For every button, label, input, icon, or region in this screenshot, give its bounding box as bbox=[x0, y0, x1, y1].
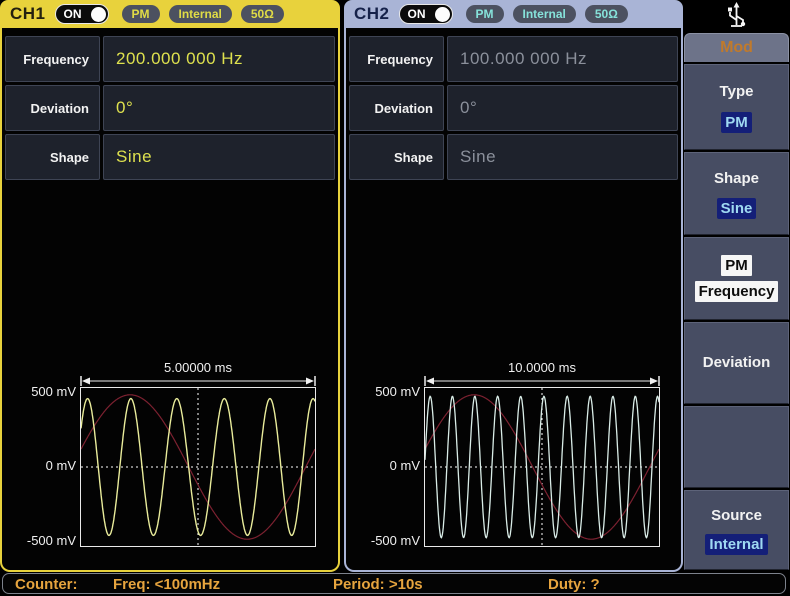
counter-freq: Freq: <100mHz bbox=[113, 576, 220, 593]
ch1-param-table: Frequency 200.000 000 Hz Deviation 0° Sh… bbox=[5, 36, 335, 183]
ch2-param-table: Frequency 100.000 000 Hz Deviation 0° Sh… bbox=[349, 36, 678, 183]
softkey-type-label: Type bbox=[716, 81, 758, 102]
table-row: Shape Sine bbox=[5, 134, 335, 180]
menu-title-mod: Mod bbox=[684, 33, 789, 62]
ch1-span-arrow bbox=[80, 376, 316, 386]
table-row: Frequency 100.000 000 Hz bbox=[349, 36, 678, 82]
ch2-tags: PM Internal 50Ω bbox=[466, 5, 628, 23]
ch1-span-label: 5.00000 ms bbox=[80, 360, 316, 375]
ch1-waveform-svg bbox=[81, 388, 315, 546]
ch2-y-top-label: 500 mV bbox=[348, 384, 420, 399]
softkey-source[interactable]: Source Internal bbox=[684, 490, 789, 570]
ch1-on-toggle[interactable]: ON bbox=[55, 4, 109, 24]
counter-status-bar: Counter: Freq: <100mHz Period: >10s Duty… bbox=[2, 573, 786, 594]
ch2-frequency-label: Frequency bbox=[349, 36, 444, 82]
ch1-body: Frequency 200.000 000 Hz Deviation 0° Sh… bbox=[0, 28, 340, 572]
ch1-panel: CH1 ON PM Internal 50Ω Frequency 200.000… bbox=[0, 0, 340, 572]
ch1-header: CH1 ON PM Internal 50Ω bbox=[0, 0, 340, 28]
ch1-frequency-value[interactable]: 200.000 000 Hz bbox=[103, 36, 335, 82]
ch2-waveform-preview bbox=[424, 387, 660, 547]
softkey-deviation[interactable]: Deviation bbox=[684, 322, 789, 404]
softkey-pm-frequency[interactable]: PM Frequency bbox=[684, 237, 789, 320]
generator-screen: CH1 ON PM Internal 50Ω Frequency 200.000… bbox=[0, 0, 790, 596]
softkey-deviation-label: Deviation bbox=[699, 352, 775, 373]
ch1-toggle-state: ON bbox=[64, 7, 82, 21]
ch2-shape-value[interactable]: Sine bbox=[447, 134, 678, 180]
ch2-panel: CH2 ON PM Internal 50Ω Frequency 100.000… bbox=[344, 0, 683, 572]
ch1-deviation-label: Deviation bbox=[5, 85, 100, 131]
softkey-type[interactable]: Type PM bbox=[684, 64, 789, 150]
softkey-type-value: PM bbox=[721, 112, 752, 133]
softkey-pm-frequency-line2: Frequency bbox=[695, 281, 779, 302]
ch1-y-top-label: 500 mV bbox=[4, 384, 76, 399]
softkey-source-value: Internal bbox=[705, 534, 767, 555]
ch1-label: CH1 bbox=[10, 4, 46, 24]
ch2-y-bottom-label: -500 mV bbox=[348, 533, 420, 548]
ch1-shape-label: Shape bbox=[5, 134, 100, 180]
ch2-waveform-svg bbox=[425, 388, 659, 546]
ch2-frequency-value[interactable]: 100.000 000 Hz bbox=[447, 36, 678, 82]
ch1-tags: PM Internal 50Ω bbox=[122, 5, 284, 23]
softkey-shape-label: Shape bbox=[710, 168, 763, 189]
ch2-body: Frequency 100.000 000 Hz Deviation 0° Sh… bbox=[344, 28, 683, 572]
ch2-header: CH2 ON PM Internal 50Ω bbox=[344, 0, 683, 28]
counter-duty: Duty: ? bbox=[548, 576, 600, 593]
usb-icon bbox=[724, 2, 749, 30]
ch2-y-mid-label: 0 mV bbox=[348, 458, 420, 473]
softkey-menu: Mod Type PM Shape Sine PM Frequency Devi… bbox=[683, 0, 790, 596]
ch2-toggle-state: ON bbox=[408, 7, 426, 21]
ch2-span-label: 10.0000 ms bbox=[424, 360, 660, 375]
ch1-y-mid-label: 0 mV bbox=[4, 458, 76, 473]
counter-period: Period: >10s bbox=[333, 576, 423, 593]
softkey-source-label: Source bbox=[707, 505, 766, 526]
ch2-tag-modulation: PM bbox=[466, 5, 504, 23]
table-row: Shape Sine bbox=[349, 134, 678, 180]
ch2-tag-impedance: 50Ω bbox=[585, 5, 628, 23]
ch1-waveform-preview bbox=[80, 387, 316, 547]
table-row: Frequency 200.000 000 Hz bbox=[5, 36, 335, 82]
table-row: Deviation 0° bbox=[349, 85, 678, 131]
softkey-blank[interactable] bbox=[684, 406, 789, 488]
ch2-span-arrow bbox=[424, 376, 660, 386]
ch2-on-toggle[interactable]: ON bbox=[399, 4, 453, 24]
softkey-shape-value: Sine bbox=[717, 198, 757, 219]
ch1-deviation-value[interactable]: 0° bbox=[103, 85, 335, 131]
ch1-toggle-knob bbox=[91, 7, 106, 22]
ch1-tag-modulation: PM bbox=[122, 5, 160, 23]
softkey-pm-frequency-line1: PM bbox=[721, 255, 752, 276]
ch2-shape-label: Shape bbox=[349, 134, 444, 180]
ch1-frequency-label: Frequency bbox=[5, 36, 100, 82]
ch2-toggle-knob bbox=[435, 7, 450, 22]
ch2-label: CH2 bbox=[354, 4, 390, 24]
ch1-y-bottom-label: -500 mV bbox=[4, 533, 76, 548]
ch1-shape-value[interactable]: Sine bbox=[103, 134, 335, 180]
counter-label: Counter: bbox=[15, 576, 78, 593]
ch2-tag-source: Internal bbox=[513, 5, 576, 23]
table-row: Deviation 0° bbox=[5, 85, 335, 131]
ch1-tag-source: Internal bbox=[169, 5, 232, 23]
ch2-deviation-value[interactable]: 0° bbox=[447, 85, 678, 131]
ch2-deviation-label: Deviation bbox=[349, 85, 444, 131]
softkey-shape[interactable]: Shape Sine bbox=[684, 152, 789, 235]
ch1-tag-impedance: 50Ω bbox=[241, 5, 284, 23]
